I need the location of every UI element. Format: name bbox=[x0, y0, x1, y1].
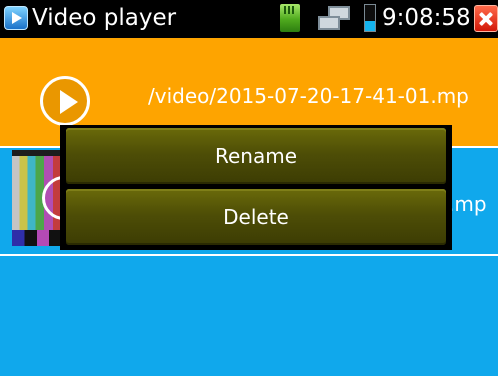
app-title: Video player bbox=[32, 5, 177, 31]
context-menu: Rename Delete bbox=[60, 125, 452, 250]
file-name: /video/2015-07-20-17-41-01.mp bbox=[148, 84, 469, 108]
title-bar: Video player 9:08:58 bbox=[0, 0, 498, 38]
play-icon[interactable] bbox=[40, 76, 90, 126]
rename-button[interactable]: Rename bbox=[66, 128, 446, 184]
video-player-icon bbox=[4, 6, 28, 30]
status-clock: 9:08:58 bbox=[382, 5, 471, 31]
battery-icon bbox=[364, 4, 376, 32]
network-icon bbox=[318, 6, 354, 32]
delete-button[interactable]: Delete bbox=[66, 189, 446, 245]
sd-card-icon bbox=[280, 4, 300, 32]
close-button[interactable] bbox=[474, 5, 498, 32]
file-name: .mp bbox=[448, 192, 487, 216]
